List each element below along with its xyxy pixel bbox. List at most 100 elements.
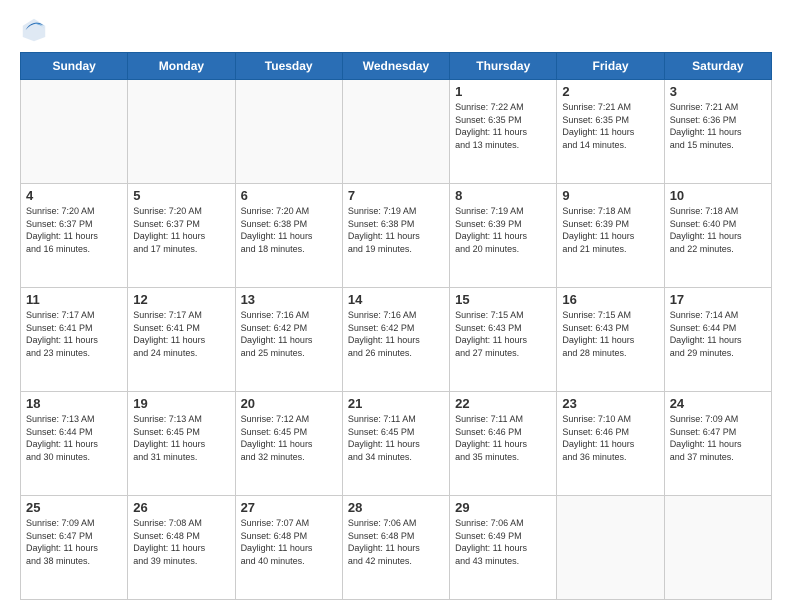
day-number: 29	[455, 500, 551, 515]
calendar-cell	[342, 80, 449, 184]
day-info: Sunrise: 7:19 AM Sunset: 6:38 PM Dayligh…	[348, 205, 444, 255]
calendar-cell: 17 Sunrise: 7:14 AM Sunset: 6:44 PM Dayli…	[664, 288, 771, 392]
calendar-week-row: 25 Sunrise: 7:09 AM Sunset: 6:47 PM Dayli…	[21, 496, 772, 600]
calendar-cell	[128, 80, 235, 184]
calendar-cell: 8 Sunrise: 7:19 AM Sunset: 6:39 PM Daylig…	[450, 184, 557, 288]
day-number: 8	[455, 188, 551, 203]
day-number: 14	[348, 292, 444, 307]
day-number: 22	[455, 396, 551, 411]
day-info: Sunrise: 7:17 AM Sunset: 6:41 PM Dayligh…	[26, 309, 122, 359]
day-info: Sunrise: 7:18 AM Sunset: 6:39 PM Dayligh…	[562, 205, 658, 255]
day-info: Sunrise: 7:07 AM Sunset: 6:48 PM Dayligh…	[241, 517, 337, 567]
day-number: 4	[26, 188, 122, 203]
calendar-cell: 23 Sunrise: 7:10 AM Sunset: 6:46 PM Dayli…	[557, 392, 664, 496]
col-wednesday: Wednesday	[342, 53, 449, 80]
day-info: Sunrise: 7:20 AM Sunset: 6:37 PM Dayligh…	[26, 205, 122, 255]
day-info: Sunrise: 7:08 AM Sunset: 6:48 PM Dayligh…	[133, 517, 229, 567]
calendar-cell: 21Sunrise: 7:11 AM Sunset: 6:45 PM Dayli…	[342, 392, 449, 496]
day-info: Sunrise: 7:11 AM Sunset: 6:45 PM Dayligh…	[348, 413, 444, 463]
calendar-cell: 16 Sunrise: 7:15 AM Sunset: 6:43 PM Dayli…	[557, 288, 664, 392]
calendar-cell: 14 Sunrise: 7:16 AM Sunset: 6:42 PM Dayli…	[342, 288, 449, 392]
day-number: 28	[348, 500, 444, 515]
calendar-cell	[21, 80, 128, 184]
day-info: Sunrise: 7:16 AM Sunset: 6:42 PM Dayligh…	[241, 309, 337, 359]
day-number: 13	[241, 292, 337, 307]
day-number: 27	[241, 500, 337, 515]
day-number: 15	[455, 292, 551, 307]
day-info: Sunrise: 7:06 AM Sunset: 6:49 PM Dayligh…	[455, 517, 551, 567]
day-info: Sunrise: 7:15 AM Sunset: 6:43 PM Dayligh…	[455, 309, 551, 359]
calendar-cell: 11 Sunrise: 7:17 AM Sunset: 6:41 PM Dayli…	[21, 288, 128, 392]
day-info: Sunrise: 7:20 AM Sunset: 6:38 PM Dayligh…	[241, 205, 337, 255]
day-info: Sunrise: 7:14 AM Sunset: 6:44 PM Dayligh…	[670, 309, 766, 359]
day-info: Sunrise: 7:11 AM Sunset: 6:46 PM Dayligh…	[455, 413, 551, 463]
day-number: 1	[455, 84, 551, 99]
day-number: 7	[348, 188, 444, 203]
day-number: 25	[26, 500, 122, 515]
col-saturday: Saturday	[664, 53, 771, 80]
calendar-week-row: 18 Sunrise: 7:13 AM Sunset: 6:44 PM Dayli…	[21, 392, 772, 496]
col-tuesday: Tuesday	[235, 53, 342, 80]
calendar-week-row: 1 Sunrise: 7:22 AM Sunset: 6:35 PM Daylig…	[21, 80, 772, 184]
day-number: 26	[133, 500, 229, 515]
col-thursday: Thursday	[450, 53, 557, 80]
day-info: Sunrise: 7:19 AM Sunset: 6:39 PM Dayligh…	[455, 205, 551, 255]
day-number: 12	[133, 292, 229, 307]
day-info: Sunrise: 7:09 AM Sunset: 6:47 PM Dayligh…	[670, 413, 766, 463]
day-info: Sunrise: 7:22 AM Sunset: 6:35 PM Dayligh…	[455, 101, 551, 151]
calendar-cell: 24 Sunrise: 7:09 AM Sunset: 6:47 PM Dayli…	[664, 392, 771, 496]
calendar-cell: 15 Sunrise: 7:15 AM Sunset: 6:43 PM Dayli…	[450, 288, 557, 392]
day-number: 19	[133, 396, 229, 411]
day-number: 20	[241, 396, 337, 411]
day-info: Sunrise: 7:21 AM Sunset: 6:35 PM Dayligh…	[562, 101, 658, 151]
day-number: 17	[670, 292, 766, 307]
calendar-cell: 26 Sunrise: 7:08 AM Sunset: 6:48 PM Dayli…	[128, 496, 235, 600]
page: Sunday Monday Tuesday Wednesday Thursday…	[0, 0, 792, 612]
day-info: Sunrise: 7:18 AM Sunset: 6:40 PM Dayligh…	[670, 205, 766, 255]
day-info: Sunrise: 7:10 AM Sunset: 6:46 PM Dayligh…	[562, 413, 658, 463]
day-number: 18	[26, 396, 122, 411]
calendar-cell: 28 Sunrise: 7:06 AM Sunset: 6:48 PM Dayli…	[342, 496, 449, 600]
calendar-cell: 29 Sunrise: 7:06 AM Sunset: 6:49 PM Dayli…	[450, 496, 557, 600]
header	[20, 16, 772, 44]
day-info: Sunrise: 7:13 AM Sunset: 6:45 PM Dayligh…	[133, 413, 229, 463]
calendar-cell: 20 Sunrise: 7:12 AM Sunset: 6:45 PM Dayli…	[235, 392, 342, 496]
calendar-week-row: 11 Sunrise: 7:17 AM Sunset: 6:41 PM Dayli…	[21, 288, 772, 392]
day-info: Sunrise: 7:16 AM Sunset: 6:42 PM Dayligh…	[348, 309, 444, 359]
day-info: Sunrise: 7:09 AM Sunset: 6:47 PM Dayligh…	[26, 517, 122, 567]
day-number: 2	[562, 84, 658, 99]
calendar-cell: 1 Sunrise: 7:22 AM Sunset: 6:35 PM Daylig…	[450, 80, 557, 184]
calendar-cell: 9Sunrise: 7:18 AM Sunset: 6:39 PM Daylig…	[557, 184, 664, 288]
day-number: 11	[26, 292, 122, 307]
day-info: Sunrise: 7:15 AM Sunset: 6:43 PM Dayligh…	[562, 309, 658, 359]
calendar-cell: 5Sunrise: 7:20 AM Sunset: 6:37 PM Daylig…	[128, 184, 235, 288]
day-number: 24	[670, 396, 766, 411]
col-sunday: Sunday	[21, 53, 128, 80]
col-friday: Friday	[557, 53, 664, 80]
day-info: Sunrise: 7:21 AM Sunset: 6:36 PM Dayligh…	[670, 101, 766, 151]
calendar-cell: 10 Sunrise: 7:18 AM Sunset: 6:40 PM Dayli…	[664, 184, 771, 288]
col-monday: Monday	[128, 53, 235, 80]
calendar-cell: 25 Sunrise: 7:09 AM Sunset: 6:47 PM Dayli…	[21, 496, 128, 600]
calendar-cell: 4 Sunrise: 7:20 AM Sunset: 6:37 PM Daylig…	[21, 184, 128, 288]
calendar-cell: 19 Sunrise: 7:13 AM Sunset: 6:45 PM Dayli…	[128, 392, 235, 496]
calendar-week-row: 4 Sunrise: 7:20 AM Sunset: 6:37 PM Daylig…	[21, 184, 772, 288]
calendar-cell	[235, 80, 342, 184]
calendar-cell: 27 Sunrise: 7:07 AM Sunset: 6:48 PM Dayli…	[235, 496, 342, 600]
logo-icon	[20, 16, 48, 44]
calendar-cell: 7 Sunrise: 7:19 AM Sunset: 6:38 PM Daylig…	[342, 184, 449, 288]
calendar-cell: 22 Sunrise: 7:11 AM Sunset: 6:46 PM Dayli…	[450, 392, 557, 496]
day-number: 23	[562, 396, 658, 411]
day-info: Sunrise: 7:12 AM Sunset: 6:45 PM Dayligh…	[241, 413, 337, 463]
calendar-cell: 13 Sunrise: 7:16 AM Sunset: 6:42 PM Dayli…	[235, 288, 342, 392]
calendar-cell: 18 Sunrise: 7:13 AM Sunset: 6:44 PM Dayli…	[21, 392, 128, 496]
day-number: 3	[670, 84, 766, 99]
calendar-cell: 3 Sunrise: 7:21 AM Sunset: 6:36 PM Daylig…	[664, 80, 771, 184]
day-info: Sunrise: 7:13 AM Sunset: 6:44 PM Dayligh…	[26, 413, 122, 463]
calendar: Sunday Monday Tuesday Wednesday Thursday…	[20, 52, 772, 600]
calendar-cell	[557, 496, 664, 600]
day-info: Sunrise: 7:06 AM Sunset: 6:48 PM Dayligh…	[348, 517, 444, 567]
day-number: 16	[562, 292, 658, 307]
day-number: 10	[670, 188, 766, 203]
calendar-header-row: Sunday Monday Tuesday Wednesday Thursday…	[21, 53, 772, 80]
